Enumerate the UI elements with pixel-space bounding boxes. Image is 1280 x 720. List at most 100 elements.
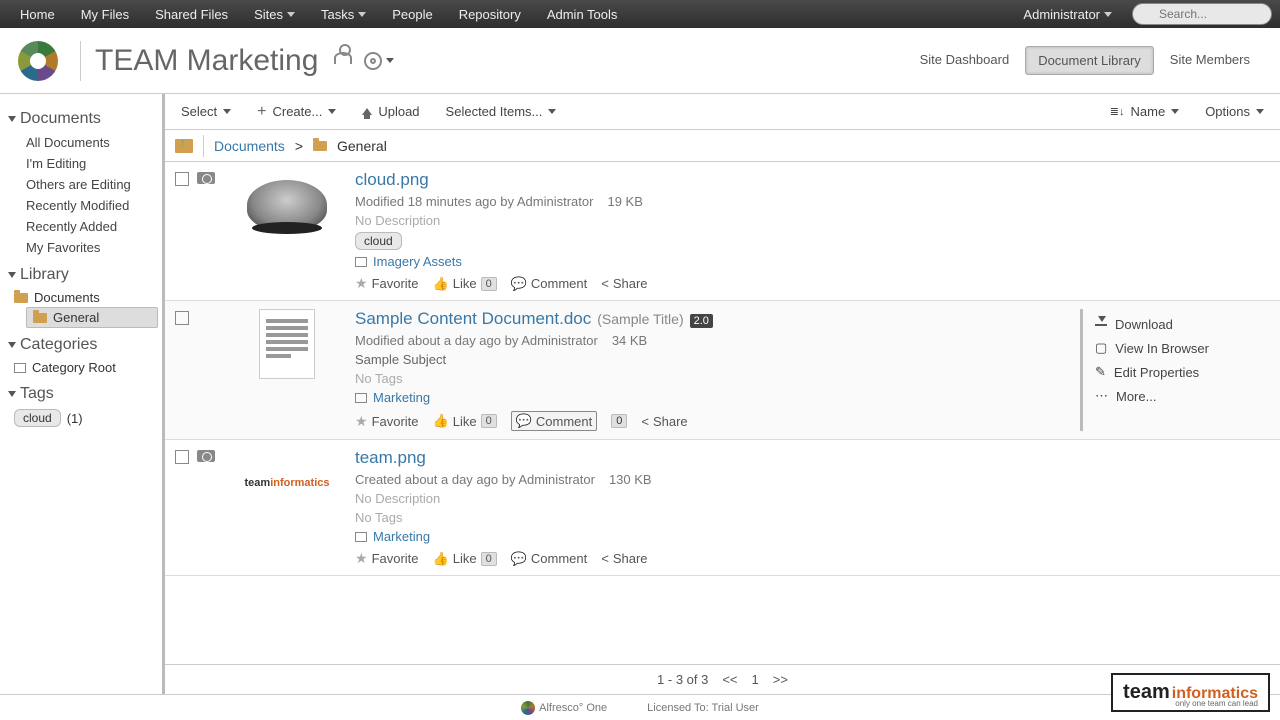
nav-sharedfiles[interactable]: Shared Files xyxy=(143,2,240,27)
user-menu[interactable]: Administrator xyxy=(1011,2,1124,27)
thumbnail[interactable] xyxy=(237,170,337,240)
share-action[interactable]: <Share xyxy=(641,414,687,429)
chevron-down-icon xyxy=(1256,109,1264,114)
like-action[interactable]: 👍Like0 xyxy=(433,413,497,429)
tree-category-root[interactable]: Category Root xyxy=(8,358,158,377)
row-checkbox[interactable] xyxy=(175,172,189,186)
like-count: 0 xyxy=(481,277,497,291)
doc-title[interactable]: Sample Content Document.doc(Sample Title… xyxy=(355,309,1080,329)
doc-category[interactable]: Marketing xyxy=(373,529,430,544)
pager-page[interactable]: 1 xyxy=(752,672,759,687)
comment-action[interactable]: 💬Comment xyxy=(511,276,588,292)
doc-category[interactable]: Marketing xyxy=(373,390,430,405)
favorite-action[interactable]: ★Favorite xyxy=(355,413,419,430)
members-icon[interactable] xyxy=(334,52,352,64)
view-browser-action[interactable]: ▢View In Browser xyxy=(1095,336,1270,360)
upload-button[interactable]: Upload xyxy=(356,100,425,123)
camera-icon xyxy=(197,450,215,462)
nav-tasks[interactable]: Tasks xyxy=(309,2,378,27)
side-recently-added[interactable]: Recently Added xyxy=(8,216,158,237)
selected-items-button[interactable]: Selected Items... xyxy=(440,100,563,123)
nav-myfiles[interactable]: My Files xyxy=(69,2,141,27)
favorite-action[interactable]: ★Favorite xyxy=(355,275,419,292)
comment-action[interactable]: 💬Comment xyxy=(511,411,598,431)
doc-description: No Description xyxy=(355,213,1270,228)
share-action[interactable]: <Share xyxy=(601,551,647,566)
team-thumb-icon: teaminformatics xyxy=(245,477,330,489)
doc-title[interactable]: cloud.png xyxy=(355,170,1270,190)
tag-chip[interactable]: cloud xyxy=(355,232,402,250)
side-recently-modified[interactable]: Recently Modified xyxy=(8,195,158,216)
tab-site-dashboard[interactable]: Site Dashboard xyxy=(908,46,1022,75)
up-folder-icon[interactable] xyxy=(175,139,193,153)
doc-size: 130 KB xyxy=(609,472,652,487)
section-documents[interactable]: Documents xyxy=(8,110,158,128)
gear-icon[interactable] xyxy=(364,52,382,70)
thumbs-up-icon: 👍 xyxy=(433,276,449,292)
share-action[interactable]: <Share xyxy=(601,276,647,291)
download-icon xyxy=(1095,324,1107,326)
favorite-action[interactable]: ★Favorite xyxy=(355,550,419,567)
nav-admintools[interactable]: Admin Tools xyxy=(535,2,630,27)
sort-icon: ≣↓ xyxy=(1110,105,1125,118)
row-checkbox[interactable] xyxy=(175,311,189,325)
breadcrumb-separator: > xyxy=(295,138,303,154)
tab-site-members[interactable]: Site Members xyxy=(1158,46,1262,75)
more-action[interactable]: ⋯More... xyxy=(1095,384,1270,408)
section-tags[interactable]: Tags xyxy=(8,385,158,403)
site-header: TEAM Marketing Site Dashboard Document L… xyxy=(0,28,1280,94)
sort-button[interactable]: ≣↓Name xyxy=(1104,100,1185,123)
thumbnail[interactable] xyxy=(237,309,337,379)
top-nav: Home My Files Shared Files Sites Tasks P… xyxy=(0,0,1280,28)
create-button[interactable]: +Create... xyxy=(251,99,342,125)
chevron-down-icon xyxy=(386,58,394,63)
section-categories[interactable]: Categories xyxy=(8,336,158,354)
category-icon xyxy=(355,393,367,403)
content-area: Select +Create... Upload Selected Items.… xyxy=(165,94,1280,694)
collapse-icon xyxy=(8,342,16,348)
toolbar: Select +Create... Upload Selected Items.… xyxy=(165,94,1280,130)
nav-sites[interactable]: Sites xyxy=(242,2,307,27)
select-button[interactable]: Select xyxy=(175,100,237,123)
like-action[interactable]: 👍Like0 xyxy=(433,551,497,567)
no-tags-label: No Tags xyxy=(355,371,1080,386)
comment-action[interactable]: 💬Comment xyxy=(511,551,588,567)
chevron-down-icon xyxy=(287,12,295,17)
row-checkbox[interactable] xyxy=(175,450,189,464)
comment-count: 0 xyxy=(611,414,627,428)
tree-general[interactable]: General xyxy=(26,307,158,328)
download-action[interactable]: Download xyxy=(1095,313,1270,336)
options-button[interactable]: Options xyxy=(1199,100,1270,123)
search-input[interactable] xyxy=(1132,3,1272,25)
edit-properties-action[interactable]: ✎Edit Properties xyxy=(1095,360,1270,384)
breadcrumb: Documents > General xyxy=(165,130,1280,162)
folder-icon xyxy=(14,293,28,303)
nav-home[interactable]: Home xyxy=(8,2,67,27)
doc-description: No Description xyxy=(355,491,1270,506)
tree-documents[interactable]: Documents xyxy=(8,288,158,307)
share-icon: < xyxy=(601,276,609,291)
side-others-editing[interactable]: Others are Editing xyxy=(8,174,158,195)
collapse-icon xyxy=(8,391,16,397)
like-count: 0 xyxy=(481,552,497,566)
pager-prev[interactable]: << xyxy=(722,672,737,687)
section-library[interactable]: Library xyxy=(8,266,158,284)
pager-next[interactable]: >> xyxy=(773,672,788,687)
like-action[interactable]: 👍Like0 xyxy=(433,276,497,292)
side-im-editing[interactable]: I'm Editing xyxy=(8,153,158,174)
nav-people[interactable]: People xyxy=(380,2,444,27)
doc-category[interactable]: Imagery Assets xyxy=(373,254,462,269)
nav-repository[interactable]: Repository xyxy=(447,2,533,27)
comment-icon: 💬 xyxy=(516,413,532,429)
side-my-favorites[interactable]: My Favorites xyxy=(8,237,158,258)
tab-document-library[interactable]: Document Library xyxy=(1025,46,1154,75)
sidebar: Documents All Documents I'm Editing Othe… xyxy=(0,94,165,694)
breadcrumb-documents[interactable]: Documents xyxy=(214,138,285,154)
upload-icon xyxy=(362,108,372,115)
thumbnail[interactable]: teaminformatics xyxy=(237,448,337,518)
chevron-down-icon xyxy=(548,109,556,114)
footer-license: Licensed To: Trial User xyxy=(647,702,759,714)
side-all-documents[interactable]: All Documents xyxy=(8,132,158,153)
doc-title[interactable]: team.png xyxy=(355,448,1270,468)
tag-cloud[interactable]: cloud(1) xyxy=(8,407,158,429)
